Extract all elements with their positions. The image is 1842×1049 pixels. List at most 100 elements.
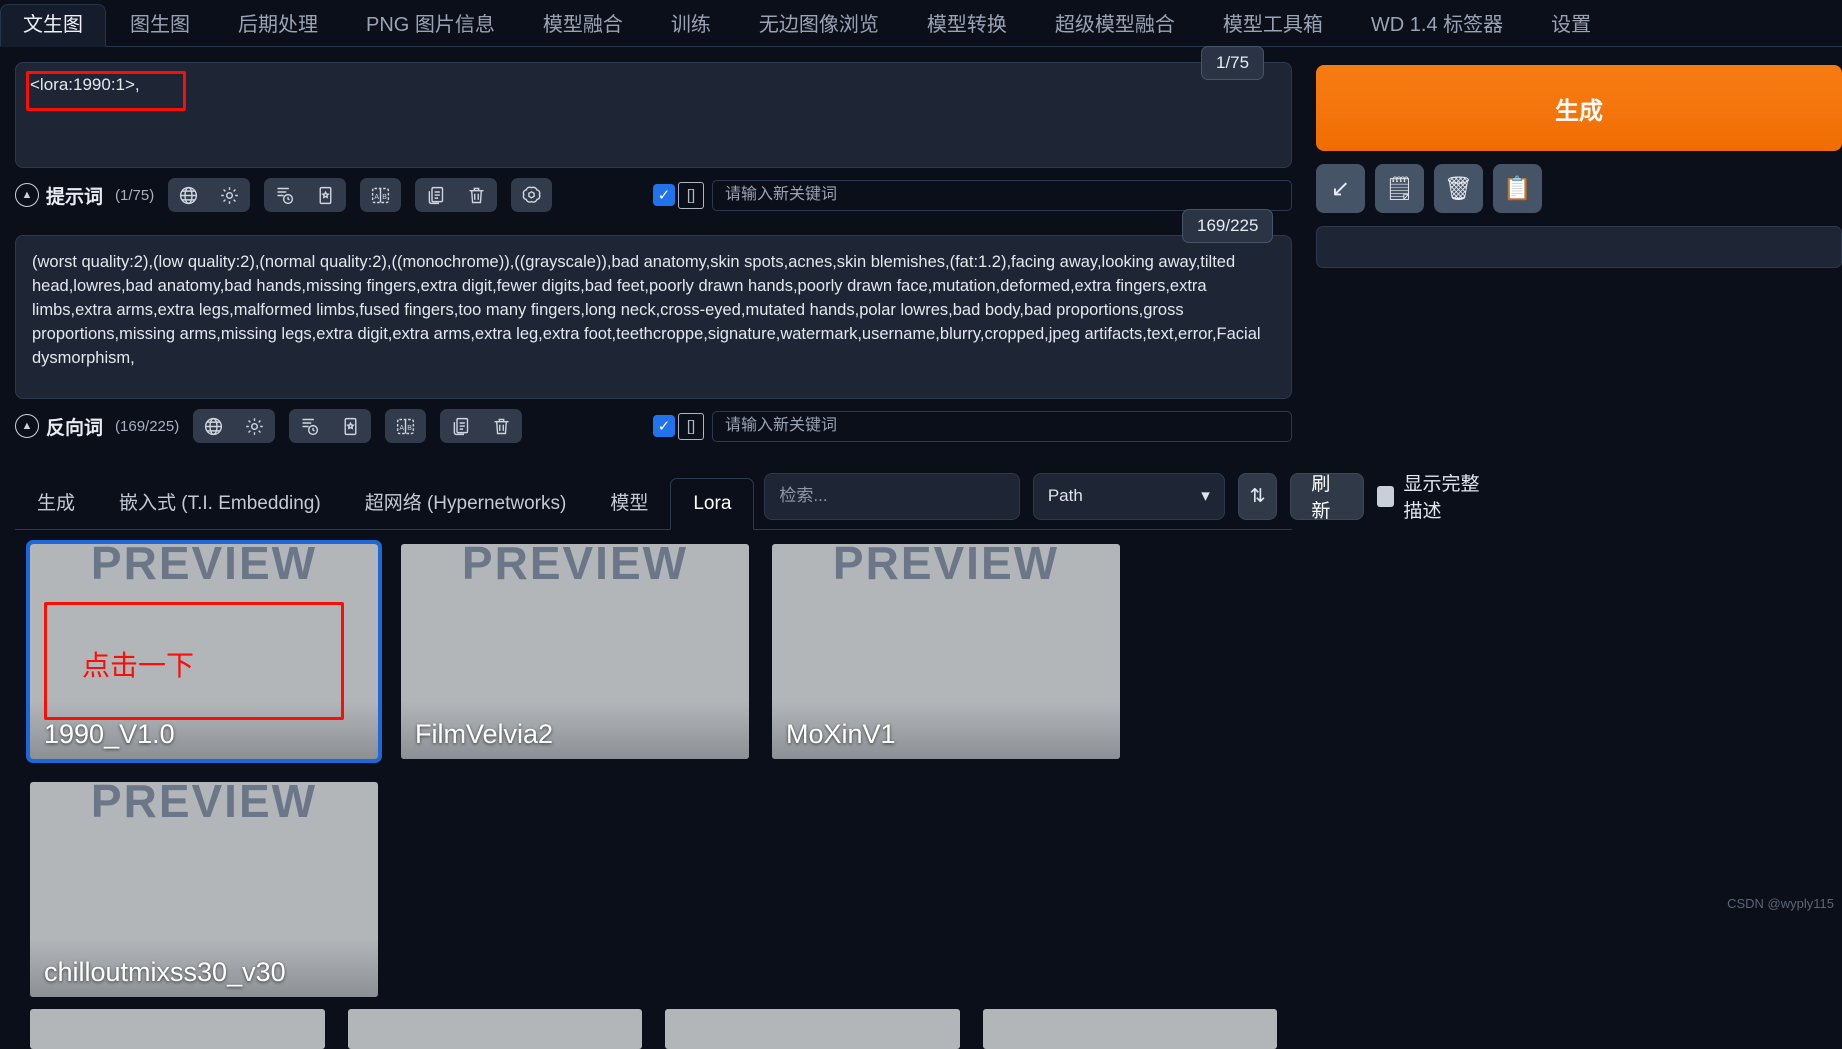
lora-card-name: chilloutmixss30_v30 xyxy=(44,957,286,987)
chevron-down-icon: ▾ xyxy=(1201,486,1210,505)
lora-card-row2-1[interactable] xyxy=(30,1009,325,1049)
styles-dropdown-slot[interactable] xyxy=(1316,226,1842,268)
globe-icon[interactable] xyxy=(193,409,234,443)
translate-ab-icon[interactable]: AB xyxy=(360,178,401,212)
copy-icon[interactable] xyxy=(415,178,456,212)
extra-networks-tabs: 生成 嵌入式 (T.I. Embedding) 超网络 (Hypernetwor… xyxy=(15,469,1479,530)
tab-supermerger[interactable]: 超级模型融合 xyxy=(1031,15,1199,46)
negative-prompt-section-title[interactable]: ▲ 反向词 (169/225) xyxy=(15,413,179,440)
sort-direction-toggle[interactable]: ⇅ xyxy=(1237,472,1278,520)
prompt-section-title[interactable]: ▲ 提示词 (1/75) xyxy=(15,182,154,209)
trash-icon[interactable] xyxy=(481,409,522,443)
clear-prompt-icon[interactable]: 🗒 xyxy=(1375,164,1424,213)
negative-prompt-token-counter: 169/225 xyxy=(1182,209,1274,243)
negative-keyword-input[interactable] xyxy=(712,410,1292,442)
en-tab-hypernetworks[interactable]: 超网络 (Hypernetworks) xyxy=(343,474,589,529)
prompt-keyword-checkbox[interactable]: ✓ xyxy=(653,184,675,206)
preview-placeholder-text: PREVIEW xyxy=(90,544,318,589)
prompt-section-toolbar: ▲ 提示词 (1/75) A B ✓ [] 请输入新关键词 xyxy=(0,168,1307,220)
svg-text:B: B xyxy=(382,194,387,201)
prompt-keyword-input[interactable] xyxy=(712,179,1292,211)
prompt-toolbar-group-4 xyxy=(415,178,498,212)
style-list-icon[interactable] xyxy=(264,178,305,212)
clipboard-glyph: 📋 xyxy=(1503,175,1532,201)
sort-updown-icon: ⇅ xyxy=(1249,485,1266,507)
tab-infinite-image-browsing[interactable]: 无边图像浏览 xyxy=(735,15,903,46)
prompt-toolbar-group-2 xyxy=(264,178,347,212)
negative-keyword-checkbox[interactable]: ✓ xyxy=(653,415,675,437)
trash-icon[interactable] xyxy=(456,178,497,212)
paste-styles-icon[interactable]: 📋 xyxy=(1493,164,1542,213)
preview-placeholder-text: PREVIEW xyxy=(832,544,1060,589)
chevron-up-icon[interactable]: ▲ xyxy=(15,183,39,207)
negative-prompt-section-count: (169/225) xyxy=(115,417,180,435)
neg-toolbar-group-1 xyxy=(193,409,276,443)
tab-model-converter[interactable]: 模型转换 xyxy=(903,15,1031,46)
right-panel-icon-row: ↙ 🗒 🗑 📋 xyxy=(1316,164,1842,213)
sort-path-select-value: Path xyxy=(1047,486,1083,505)
chevron-up-icon[interactable]: ▲ xyxy=(15,414,39,438)
notepad-glyph: 🗒 xyxy=(1384,175,1415,201)
tab-train[interactable]: 训练 xyxy=(647,15,735,46)
lora-card-name: MoXinV1 xyxy=(786,719,896,749)
extra-networks-panel: 生成 嵌入式 (T.I. Embedding) 超网络 (Hypernetwor… xyxy=(15,469,1479,1049)
right-column: 生成 ↙ 🗒 🗑 📋 xyxy=(1307,47,1842,915)
tab-txt2img[interactable]: 文生图 xyxy=(0,4,106,47)
negative-keyword-bracket-icon[interactable]: [] xyxy=(678,412,704,440)
lora-card-moxinv1[interactable]: PREVIEW MoXinV1 xyxy=(772,544,1120,759)
card-click-annotation-text: 点击一下 xyxy=(82,650,195,681)
gear-icon[interactable] xyxy=(209,178,250,212)
style-card-icon[interactable] xyxy=(305,178,346,212)
tab-extras[interactable]: 后期处理 xyxy=(214,15,342,46)
lora-card-filmvelvia2[interactable]: PREVIEW FilmVelvia2 xyxy=(401,544,749,759)
delete-icon[interactable]: 🗑 xyxy=(1434,164,1483,213)
lora-card-row2-4[interactable] xyxy=(982,1009,1277,1049)
copy-icon[interactable] xyxy=(440,409,481,443)
lora-card-row2-3[interactable] xyxy=(665,1009,960,1049)
style-card-icon[interactable] xyxy=(330,409,371,443)
negative-prompt-text: (worst quality:2),(low quality:2),(norma… xyxy=(32,253,1261,367)
negative-prompt-section-label: 反向词 xyxy=(46,417,104,439)
prompt-section-label: 提示词 xyxy=(46,186,104,208)
prompt-toolbar-group-3: AB xyxy=(360,178,402,212)
en-tab-lora[interactable]: Lora xyxy=(670,478,755,530)
prompt-toolbar-group-5 xyxy=(511,178,553,212)
prompt-keyword-area: ✓ [] xyxy=(552,179,1292,211)
tab-settings[interactable]: 设置 xyxy=(1527,15,1615,46)
lora-card-row2-2[interactable] xyxy=(347,1009,642,1049)
svg-text:B: B xyxy=(407,425,412,432)
negative-keyword-area: ✓ [] xyxy=(522,410,1292,442)
globe-icon[interactable] xyxy=(168,178,209,212)
negative-prompt-textarea[interactable]: (worst quality:2),(low quality:2),(norma… xyxy=(15,235,1292,399)
neg-toolbar-group-2 xyxy=(289,409,372,443)
read-generation-params-icon[interactable]: ↙ xyxy=(1316,164,1365,213)
prompt-textarea[interactable]: <lora:1990:1>, xyxy=(15,62,1292,168)
prompt-keyword-bracket-icon[interactable]: [] xyxy=(678,181,704,209)
extra-networks-search-input[interactable] xyxy=(764,472,1020,520)
tab-checkpoint-merger[interactable]: 模型融合 xyxy=(519,15,647,46)
lora-card-grid: PREVIEW 1990_V1.0 点击一下 PREVIEW FilmVelvi… xyxy=(15,530,1292,997)
tab-wd14-tagger[interactable]: WD 1.4 标签器 xyxy=(1347,15,1527,46)
generate-button-label: 生成 xyxy=(1555,97,1603,125)
svg-text:A: A xyxy=(375,194,380,201)
style-list-icon[interactable] xyxy=(289,409,330,443)
generate-button[interactable]: 生成 xyxy=(1316,65,1842,151)
en-tab-embeddings[interactable]: 嵌入式 (T.I. Embedding) xyxy=(97,474,343,529)
sort-path-select[interactable]: Path ▾ xyxy=(1032,472,1225,520)
translate-ab-icon[interactable]: AB xyxy=(385,409,426,443)
prompt-toolbar-group-1 xyxy=(168,178,251,212)
lora-card-chilloutmixss30[interactable]: PREVIEW chilloutmixss30_v30 xyxy=(30,782,378,997)
en-tab-generate[interactable]: 生成 xyxy=(15,474,97,529)
prompt-highlight-annotation xyxy=(26,71,186,111)
tab-png-info[interactable]: PNG 图片信息 xyxy=(342,15,519,46)
en-tab-checkpoints[interactable]: 模型 xyxy=(588,474,670,529)
prompt-token-counter: 1/75 xyxy=(1201,46,1265,80)
tab-img2img[interactable]: 图生图 xyxy=(106,15,214,46)
gear-icon[interactable] xyxy=(234,409,275,443)
tab-model-toolkit[interactable]: 模型工具箱 xyxy=(1199,15,1347,46)
openai-icon[interactable] xyxy=(511,178,552,212)
svg-text:A: A xyxy=(400,425,405,432)
trash-glyph: 🗑 xyxy=(1443,175,1474,201)
lora-card-1990[interactable]: PREVIEW 1990_V1.0 点击一下 xyxy=(26,540,382,763)
preview-placeholder-text: PREVIEW xyxy=(461,544,689,589)
